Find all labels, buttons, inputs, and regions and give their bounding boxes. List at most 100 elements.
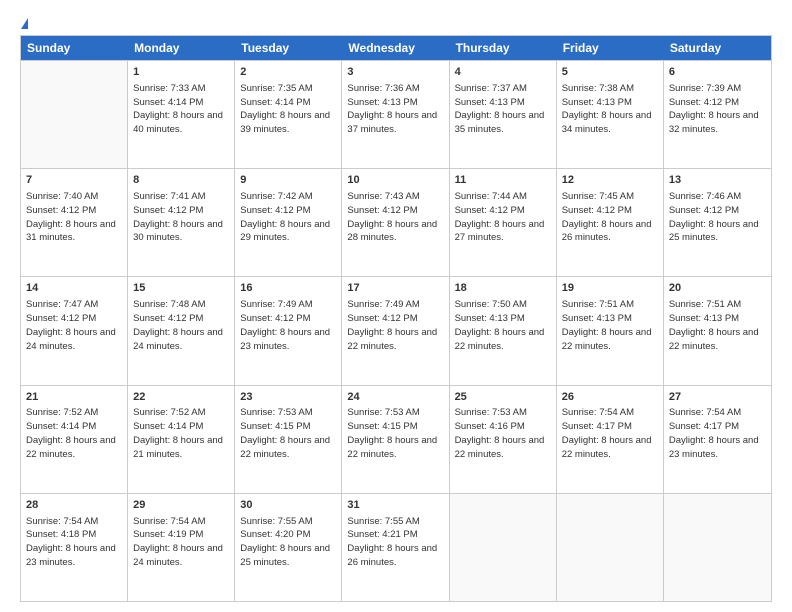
cell-info-text: Sunrise: 7:54 AM Sunset: 4:18 PM Dayligh… [26,516,116,568]
calendar-cell-3-3: 24 Sunrise: 7:53 AM Sunset: 4:15 PM Dayli… [342,386,449,493]
calendar-cell-3-1: 22 Sunrise: 7:52 AM Sunset: 4:14 PM Dayli… [128,386,235,493]
cell-info-text: Sunrise: 7:40 AM Sunset: 4:12 PM Dayligh… [26,191,116,243]
calendar-cell-3-5: 26 Sunrise: 7:54 AM Sunset: 4:17 PM Dayli… [557,386,664,493]
cell-info-text: Sunrise: 7:37 AM Sunset: 4:13 PM Dayligh… [455,83,545,135]
cell-info-text: Sunrise: 7:41 AM Sunset: 4:12 PM Dayligh… [133,191,223,243]
cell-info-text: Sunrise: 7:54 AM Sunset: 4:17 PM Dayligh… [669,407,759,459]
calendar-cell-4-2: 30 Sunrise: 7:55 AM Sunset: 4:20 PM Dayli… [235,494,342,601]
day-number: 24 [347,390,443,405]
cell-info-text: Sunrise: 7:33 AM Sunset: 4:14 PM Dayligh… [133,83,223,135]
calendar-cell-3-4: 25Sunrise: 7:53 AM Sunset: 4:16 PM Dayli… [450,386,557,493]
calendar-cell-1-6: 13Sunrise: 7:46 AM Sunset: 4:12 PM Dayli… [664,169,771,276]
calendar-cell-1-0: 7 Sunrise: 7:40 AM Sunset: 4:12 PM Daylig… [21,169,128,276]
calendar-cell-0-2: 2 Sunrise: 7:35 AM Sunset: 4:14 PM Daylig… [235,61,342,168]
calendar-cell-0-1: 1 Sunrise: 7:33 AM Sunset: 4:14 PM Daylig… [128,61,235,168]
logo-icon [21,18,28,29]
calendar-cell-0-4: 4 Sunrise: 7:37 AM Sunset: 4:13 PM Daylig… [450,61,557,168]
calendar-cell-2-0: 14 Sunrise: 7:47 AM Sunset: 4:12 PM Dayli… [21,277,128,384]
day-number: 18 [455,281,551,296]
day-number: 2 [240,65,336,80]
weekday-header-thursday: Thursday [450,36,557,60]
calendar-cell-4-3: 31Sunrise: 7:55 AM Sunset: 4:21 PM Dayli… [342,494,449,601]
calendar-cell-2-5: 19Sunrise: 7:51 AM Sunset: 4:13 PM Dayli… [557,277,664,384]
cell-info-text: Sunrise: 7:35 AM Sunset: 4:14 PM Dayligh… [240,83,330,135]
weekday-header-tuesday: Tuesday [235,36,342,60]
cell-info-text: Sunrise: 7:52 AM Sunset: 4:14 PM Dayligh… [26,407,116,459]
calendar-cell-4-1: 29Sunrise: 7:54 AM Sunset: 4:19 PM Dayli… [128,494,235,601]
cell-info-text: Sunrise: 7:49 AM Sunset: 4:12 PM Dayligh… [240,299,330,351]
day-number: 9 [240,173,336,188]
page: SundayMondayTuesdayWednesdayThursdayFrid… [0,0,792,612]
calendar-cell-1-1: 8 Sunrise: 7:41 AM Sunset: 4:12 PM Daylig… [128,169,235,276]
calendar-cell-0-0 [21,61,128,168]
cell-info-text: Sunrise: 7:53 AM Sunset: 4:15 PM Dayligh… [240,407,330,459]
day-number: 13 [669,173,766,188]
cell-info-text: Sunrise: 7:47 AM Sunset: 4:12 PM Dayligh… [26,299,116,351]
day-number: 7 [26,173,122,188]
calendar-cell-1-4: 11Sunrise: 7:44 AM Sunset: 4:12 PM Dayli… [450,169,557,276]
day-number: 29 [133,498,229,513]
cell-info-text: Sunrise: 7:55 AM Sunset: 4:20 PM Dayligh… [240,516,330,568]
calendar-cell-0-5: 5 Sunrise: 7:38 AM Sunset: 4:13 PM Daylig… [557,61,664,168]
day-number: 31 [347,498,443,513]
day-number: 8 [133,173,229,188]
day-number: 14 [26,281,122,296]
cell-info-text: Sunrise: 7:52 AM Sunset: 4:14 PM Dayligh… [133,407,223,459]
day-number: 20 [669,281,766,296]
weekday-header-friday: Friday [557,36,664,60]
cell-info-text: Sunrise: 7:49 AM Sunset: 4:12 PM Dayligh… [347,299,437,351]
day-number: 25 [455,390,551,405]
day-number: 1 [133,65,229,80]
day-number: 10 [347,173,443,188]
calendar-row-3: 21 Sunrise: 7:52 AM Sunset: 4:14 PM Dayli… [21,385,771,493]
calendar-cell-3-6: 27 Sunrise: 7:54 AM Sunset: 4:17 PM Dayli… [664,386,771,493]
logo [20,18,29,29]
calendar-row-1: 7 Sunrise: 7:40 AM Sunset: 4:12 PM Daylig… [21,168,771,276]
header [20,18,772,29]
day-number: 26 [562,390,658,405]
day-number: 3 [347,65,443,80]
calendar-header: SundayMondayTuesdayWednesdayThursdayFrid… [21,36,771,60]
weekday-header-monday: Monday [128,36,235,60]
day-number: 17 [347,281,443,296]
day-number: 27 [669,390,766,405]
day-number: 21 [26,390,122,405]
cell-info-text: Sunrise: 7:36 AM Sunset: 4:13 PM Dayligh… [347,83,437,135]
calendar-row-0: 1 Sunrise: 7:33 AM Sunset: 4:14 PM Daylig… [21,60,771,168]
calendar-cell-4-5 [557,494,664,601]
calendar-cell-2-1: 15 Sunrise: 7:48 AM Sunset: 4:12 PM Dayli… [128,277,235,384]
calendar-cell-0-6: 6Sunrise: 7:39 AM Sunset: 4:12 PM Daylig… [664,61,771,168]
day-number: 22 [133,390,229,405]
cell-info-text: Sunrise: 7:50 AM Sunset: 4:13 PM Dayligh… [455,299,545,351]
cell-info-text: Sunrise: 7:42 AM Sunset: 4:12 PM Dayligh… [240,191,330,243]
calendar-cell-2-2: 16 Sunrise: 7:49 AM Sunset: 4:12 PM Dayli… [235,277,342,384]
cell-info-text: Sunrise: 7:51 AM Sunset: 4:13 PM Dayligh… [669,299,759,351]
calendar-row-2: 14 Sunrise: 7:47 AM Sunset: 4:12 PM Dayli… [21,276,771,384]
weekday-header-sunday: Sunday [21,36,128,60]
calendar-cell-0-3: 3 Sunrise: 7:36 AM Sunset: 4:13 PM Daylig… [342,61,449,168]
day-number: 4 [455,65,551,80]
day-number: 30 [240,498,336,513]
calendar-cell-4-0: 28 Sunrise: 7:54 AM Sunset: 4:18 PM Dayli… [21,494,128,601]
day-number: 15 [133,281,229,296]
cell-info-text: Sunrise: 7:51 AM Sunset: 4:13 PM Dayligh… [562,299,652,351]
cell-info-text: Sunrise: 7:38 AM Sunset: 4:13 PM Dayligh… [562,83,652,135]
cell-info-text: Sunrise: 7:44 AM Sunset: 4:12 PM Dayligh… [455,191,545,243]
weekday-header-wednesday: Wednesday [342,36,449,60]
calendar-cell-4-4 [450,494,557,601]
calendar-cell-1-5: 12Sunrise: 7:45 AM Sunset: 4:12 PM Dayli… [557,169,664,276]
cell-info-text: Sunrise: 7:45 AM Sunset: 4:12 PM Dayligh… [562,191,652,243]
calendar-cell-3-2: 23Sunrise: 7:53 AM Sunset: 4:15 PM Dayli… [235,386,342,493]
calendar-cell-2-3: 17 Sunrise: 7:49 AM Sunset: 4:12 PM Dayli… [342,277,449,384]
calendar-cell-2-4: 18 Sunrise: 7:50 AM Sunset: 4:13 PM Dayli… [450,277,557,384]
day-number: 6 [669,65,766,80]
calendar-cell-4-6 [664,494,771,601]
cell-info-text: Sunrise: 7:48 AM Sunset: 4:12 PM Dayligh… [133,299,223,351]
calendar-cell-1-3: 10Sunrise: 7:43 AM Sunset: 4:12 PM Dayli… [342,169,449,276]
cell-info-text: Sunrise: 7:54 AM Sunset: 4:17 PM Dayligh… [562,407,652,459]
day-number: 5 [562,65,658,80]
day-number: 16 [240,281,336,296]
day-number: 28 [26,498,122,513]
calendar-row-4: 28 Sunrise: 7:54 AM Sunset: 4:18 PM Dayli… [21,493,771,601]
cell-info-text: Sunrise: 7:53 AM Sunset: 4:15 PM Dayligh… [347,407,437,459]
